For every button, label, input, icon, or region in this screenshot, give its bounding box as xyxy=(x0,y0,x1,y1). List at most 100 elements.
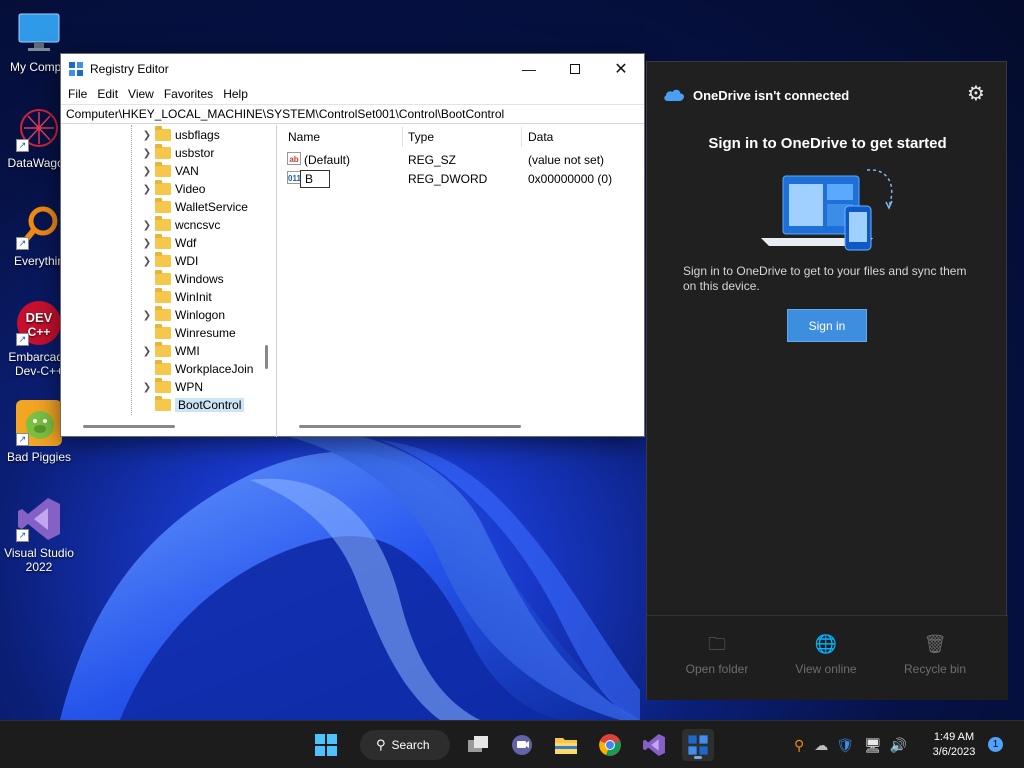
chevron-right-icon[interactable]: ❯ xyxy=(141,184,153,195)
onedrive-tray-icon[interactable]: ☁ xyxy=(814,737,828,754)
menu-bar: File Edit View Favorites Help xyxy=(61,84,644,104)
tree-item[interactable]: ❯ usbflags xyxy=(141,126,220,144)
chevron-right-icon[interactable]: ❯ xyxy=(141,130,153,141)
tree-item[interactable]: ❯ VAN xyxy=(141,162,199,180)
chevron-right-icon[interactable]: ❯ xyxy=(141,256,153,267)
folder-icon xyxy=(155,216,171,231)
folder-icon xyxy=(155,270,171,285)
tree-item-selected[interactable]: BootControl xyxy=(141,396,245,414)
chevron-right-icon[interactable]: ❯ xyxy=(141,166,153,177)
onedrive-cloud-icon xyxy=(663,88,685,102)
tree-item[interactable]: ❯ Winlogon xyxy=(141,306,225,324)
tree-item[interactable]: Windows xyxy=(141,270,224,288)
tree-item[interactable]: Winresume xyxy=(141,324,236,342)
view-online-button[interactable]: 🌐 View online xyxy=(771,632,881,676)
shortcut-arrow-icon: ↗ xyxy=(16,333,29,346)
tree-horizontal-scrollbar[interactable] xyxy=(83,425,175,428)
tree-item[interactable]: ❯ WMI xyxy=(141,342,200,360)
teams-chat-button[interactable] xyxy=(506,729,538,761)
svg-text:DEV: DEV xyxy=(26,310,53,325)
column-separator[interactable] xyxy=(402,127,403,147)
start-button[interactable] xyxy=(310,729,342,761)
address-bar[interactable]: Computer\HKEY_LOCAL_MACHINE\SYSTEM\Contr… xyxy=(61,104,644,124)
file-explorer-button[interactable] xyxy=(550,729,582,761)
network-icon[interactable]: 🖥 xyxy=(864,737,882,754)
column-header-type[interactable]: Type xyxy=(408,130,434,144)
desktop-icon-label: Bad Piggies xyxy=(6,450,72,464)
value-list[interactable]: Name Type Data ab (Default) REG_SZ (valu… xyxy=(281,125,644,437)
clock-date: 3/6/2023 xyxy=(932,746,976,758)
chevron-right-icon[interactable]: ❯ xyxy=(141,346,153,357)
tree-item[interactable]: ❯ Wdf xyxy=(141,234,196,252)
chevron-right-icon[interactable]: ❯ xyxy=(141,220,153,231)
tree-item[interactable]: ❯ wcncsvc xyxy=(141,216,220,234)
folder-icon xyxy=(155,234,171,249)
tree-vertical-scrollbar[interactable] xyxy=(265,345,268,369)
column-header-data[interactable]: Data xyxy=(528,130,553,144)
open-folder-label: Open folder xyxy=(685,662,749,676)
folder-icon xyxy=(155,252,171,267)
folder-icon: 🗀 xyxy=(708,634,726,654)
volume-icon[interactable]: 🔊 xyxy=(890,737,907,754)
visual-studio-icon xyxy=(643,734,665,756)
clock-time: 1:49 AM xyxy=(933,731,975,743)
tree-item[interactable]: ❯ Video xyxy=(141,180,205,198)
value-row[interactable]: ab (Default) REG_SZ (value not set) xyxy=(281,150,644,169)
recycle-bin-icon: 🗑 xyxy=(923,634,947,654)
maximize-button[interactable] xyxy=(552,54,598,84)
recycle-bin-button[interactable]: 🗑 Recycle bin xyxy=(880,632,990,676)
taskbar: ⚲ Search ⚲ ☁ 🛡 🖥 🔊 1:49 AM 3/6/2023 1 xyxy=(0,720,1024,768)
shortcut-arrow-icon: ↗ xyxy=(16,237,29,250)
list-header: Name Type Data xyxy=(281,125,644,147)
rename-input[interactable]: B xyxy=(300,170,330,188)
value-row[interactable]: 011 B REG_DWORD 0x00000000 (0) xyxy=(281,169,644,188)
chevron-right-icon[interactable]: ❯ xyxy=(141,148,153,159)
tree-item[interactable]: ❯ WDI xyxy=(141,252,198,270)
menu-help[interactable]: Help xyxy=(218,87,253,101)
chevron-right-icon[interactable]: ❯ xyxy=(141,310,153,321)
visual-studio-taskbar-button[interactable] xyxy=(638,729,670,761)
close-button[interactable]: ✕ xyxy=(598,54,644,84)
column-separator[interactable] xyxy=(521,127,522,147)
sign-in-button[interactable]: Sign in xyxy=(787,309,867,342)
active-app-indicator xyxy=(694,756,702,759)
registry-editor-icon xyxy=(688,735,708,755)
onedrive-footer: 🗀 Open folder 🌐 View online 🗑 Recycle bi… xyxy=(647,615,1008,700)
minimize-button[interactable]: — xyxy=(506,54,552,84)
taskbar-clock[interactable]: 1:49 AM 3/6/2023 xyxy=(924,730,984,760)
folder-icon xyxy=(155,306,171,321)
everything-search-icon[interactable]: ⚲ xyxy=(794,737,804,754)
onedrive-flyout: OneDrive isn't connected ⚙ Sign in to On… xyxy=(646,61,1008,700)
security-shield-icon[interactable]: 🛡 xyxy=(836,737,854,754)
open-folder-button[interactable]: 🗀 Open folder xyxy=(662,632,772,676)
tree-item[interactable]: ❯ WPN xyxy=(141,378,203,396)
tree-item[interactable]: WinInit xyxy=(141,288,212,306)
view-online-label: View online xyxy=(795,662,857,676)
windows-logo-icon xyxy=(315,734,337,756)
menu-edit[interactable]: Edit xyxy=(92,87,123,101)
tree-item[interactable]: WalletService xyxy=(141,198,248,216)
taskbar-search-button[interactable]: ⚲ Search xyxy=(360,730,450,760)
file-explorer-icon xyxy=(555,738,577,754)
key-tree[interactable]: ❯ usbflags ❯ usbstor ❯ VAN ❯ Video WalletSer… xyxy=(61,125,277,437)
monitor-icon xyxy=(16,10,62,56)
registry-editor-taskbar-button[interactable] xyxy=(682,729,714,761)
notification-badge[interactable]: 1 xyxy=(988,737,1003,752)
chrome-button[interactable] xyxy=(594,729,626,761)
menu-favorites[interactable]: Favorites xyxy=(159,87,218,101)
list-horizontal-scrollbar[interactable] xyxy=(299,425,521,428)
chevron-right-icon[interactable]: ❯ xyxy=(141,238,153,249)
column-header-name[interactable]: Name xyxy=(288,130,320,144)
tree-item[interactable]: ❯ usbstor xyxy=(141,144,214,162)
menu-view[interactable]: View xyxy=(123,87,159,101)
desktop-icon-visual-studio[interactable]: ↗ Visual Studio 2022 xyxy=(0,496,78,574)
value-data: (value not set) xyxy=(528,153,605,167)
task-view-button[interactable] xyxy=(462,729,494,761)
menu-file[interactable]: File xyxy=(63,87,92,101)
tree-item[interactable]: WorkplaceJoin xyxy=(141,360,253,378)
gear-icon[interactable]: ⚙ xyxy=(966,84,986,104)
title-bar[interactable]: Registry Editor — ✕ xyxy=(61,54,644,84)
onedrive-title: OneDrive isn't connected xyxy=(693,88,850,103)
onedrive-description: Sign in to OneDrive to get to your files… xyxy=(683,264,967,293)
chevron-right-icon[interactable]: ❯ xyxy=(141,382,153,393)
